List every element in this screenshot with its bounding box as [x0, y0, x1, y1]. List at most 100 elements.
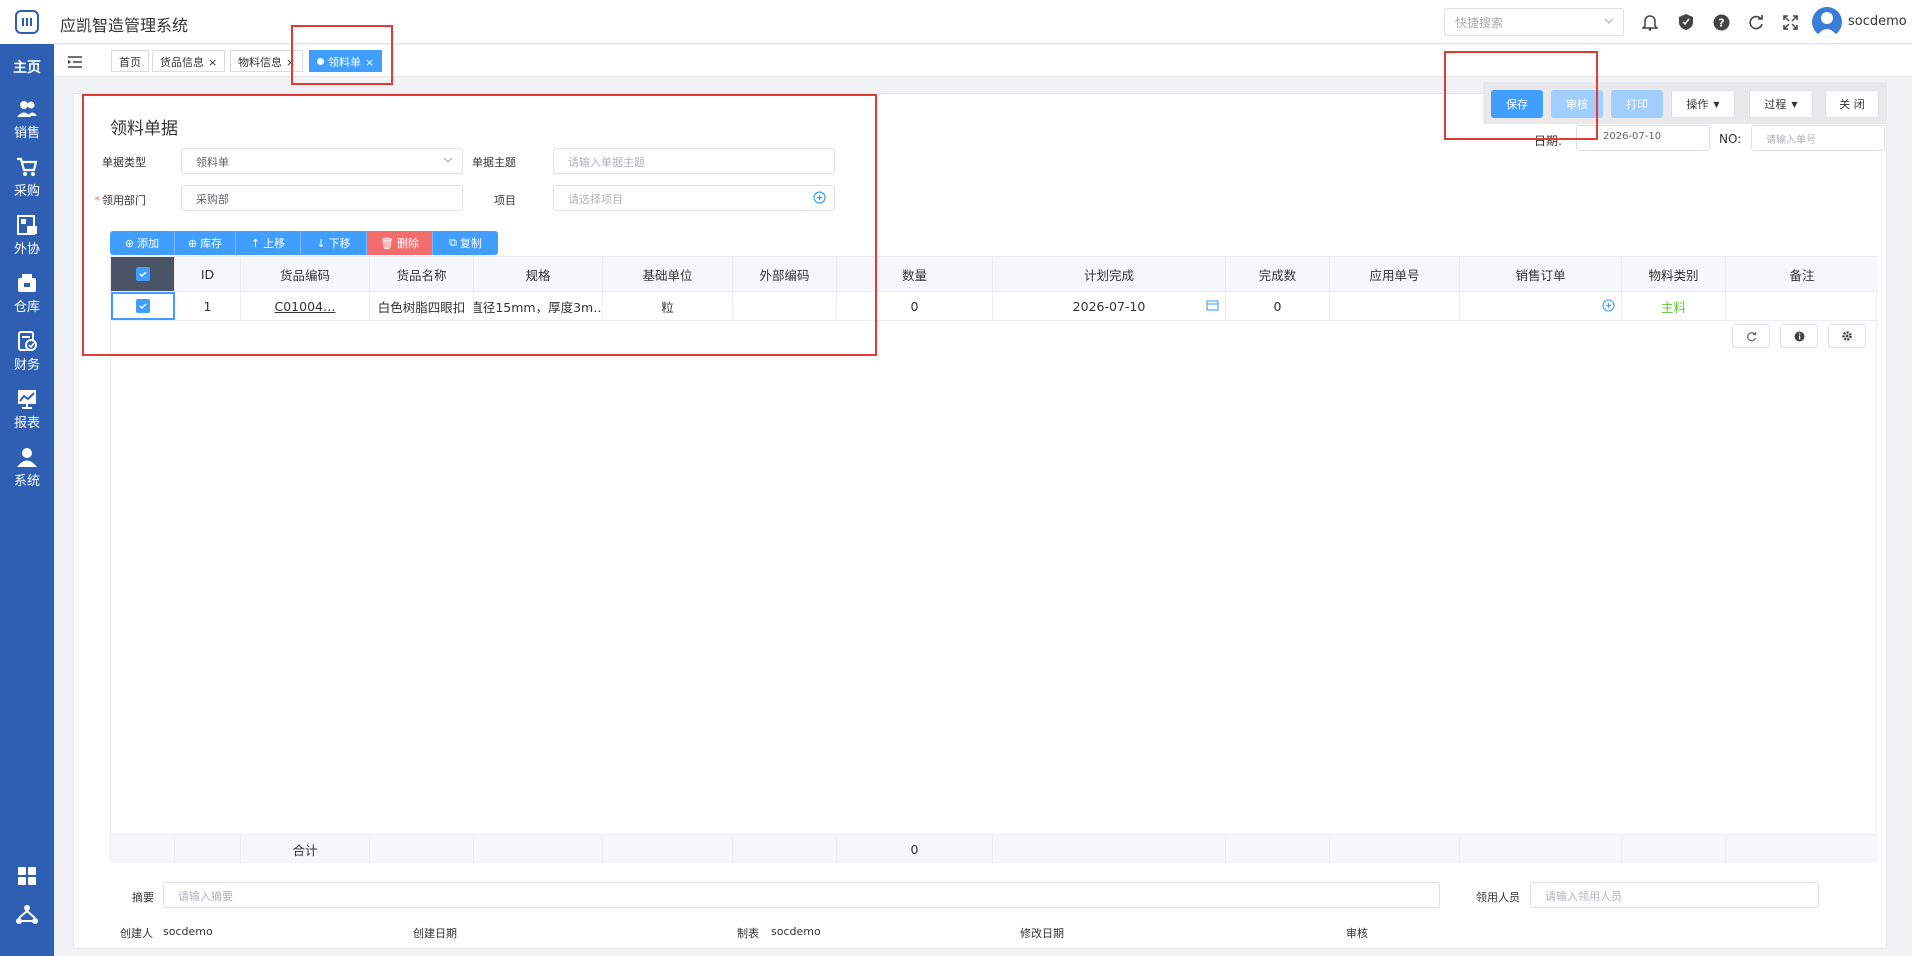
cell-app-no	[1330, 292, 1460, 320]
highlight-box-form	[82, 94, 877, 356]
network-icon[interactable]	[0, 904, 54, 926]
footer-cell	[370, 835, 474, 863]
quick-search-select[interactable]: 快捷搜索	[1444, 8, 1624, 36]
creator-label: 创建人	[120, 927, 153, 940]
tab-label: 首页	[119, 56, 141, 69]
create-date-label: 创建日期	[413, 927, 457, 940]
cell-done: 0	[1226, 292, 1330, 320]
warehouse-icon	[16, 272, 38, 294]
outsource-icon	[16, 214, 38, 236]
auditor-label: 审核	[1346, 927, 1368, 940]
picker-input[interactable]: 请输入领用人员	[1530, 882, 1819, 908]
app-logo[interactable]	[0, 0, 54, 44]
plan-date-value: 2026-07-10	[1072, 298, 1146, 314]
footer-cell	[733, 835, 837, 863]
sidebar-item-label: 财务	[13, 357, 40, 373]
help-icon[interactable]: ?	[1711, 12, 1731, 32]
sidebar: 主页 销售 采购 外协 仓库 财务 报表 系统	[0, 0, 54, 956]
cell-remark[interactable]	[1726, 292, 1878, 320]
tab-label: 物料信息	[238, 56, 282, 69]
sidebar-item-label: 报表	[13, 415, 40, 431]
cell-plan-date[interactable]: 2026-07-10	[993, 292, 1226, 320]
footer-cell	[603, 835, 733, 863]
sidebar-item-label: 主页	[13, 60, 41, 76]
date-value: 2026-07-10	[1603, 131, 1662, 142]
caret-down-icon: ▼	[1713, 99, 1720, 109]
footer-cell	[1226, 835, 1330, 863]
process-dropdown[interactable]: 过程 ▼	[1749, 90, 1813, 118]
tab-label: 货品信息	[160, 56, 204, 69]
close-button[interactable]: 关 闭	[1825, 90, 1879, 118]
footer-cell	[1330, 835, 1460, 863]
sidebar-item-purchase[interactable]: 采购	[0, 148, 54, 206]
calendar-icon[interactable]	[1206, 299, 1219, 314]
col-header[interactable]: 备注	[1726, 257, 1878, 291]
maker-label: 制表	[737, 927, 759, 940]
fullscreen-icon[interactable]	[1780, 12, 1800, 32]
footer-cell	[474, 835, 603, 863]
sidebar-item-outsource[interactable]: 外协	[0, 206, 54, 264]
quick-search-placeholder: 快捷搜索	[1455, 16, 1504, 30]
footer-cell	[993, 835, 1226, 863]
svg-text:?: ?	[1718, 16, 1724, 29]
footer-cell	[111, 835, 175, 863]
sidebar-item-label: 外协	[13, 241, 40, 257]
users-icon	[16, 98, 38, 120]
sidebar-item-system[interactable]: 系统	[0, 438, 54, 496]
bell-icon[interactable]	[1640, 12, 1660, 32]
avatar[interactable]	[1812, 7, 1842, 37]
footer-cell	[1460, 835, 1622, 863]
cart-icon	[16, 156, 38, 178]
footer-cell	[175, 835, 241, 863]
app-title: 应凯智造管理系统	[60, 16, 189, 35]
sidebar-item-finance[interactable]: 财务	[0, 322, 54, 380]
col-header[interactable]: 物料类别	[1622, 257, 1726, 291]
footer-cell	[1622, 835, 1726, 863]
cell-category: 主料	[1622, 292, 1726, 320]
operate-dropdown[interactable]: 操作 ▼	[1671, 90, 1735, 118]
highlight-box-actions	[1444, 51, 1598, 140]
process-label: 过程	[1764, 98, 1787, 111]
footer-cell	[1726, 835, 1878, 863]
apps-icon[interactable]	[0, 866, 54, 886]
maker-value: socdemo	[771, 925, 821, 938]
shield-icon[interactable]	[1676, 12, 1696, 32]
plus-circle-icon[interactable]	[1602, 299, 1615, 315]
no-input[interactable]: 请输入单号	[1751, 125, 1885, 151]
user-icon	[16, 446, 38, 468]
footer-total-label: 合计	[241, 835, 370, 863]
sidebar-item-label: 系统	[13, 473, 40, 489]
report-icon	[16, 388, 38, 410]
finance-icon	[16, 330, 38, 352]
creator-value: socdemo	[163, 925, 213, 938]
sidebar-item-label: 销售	[13, 125, 40, 141]
sidebar-item-label: 采购	[13, 183, 40, 199]
col-header[interactable]: 销售订单	[1460, 257, 1622, 291]
no-label: NO:	[1719, 132, 1742, 146]
chevron-down-icon	[1603, 15, 1615, 30]
tab-goods-info[interactable]: 货品信息 ×	[152, 50, 226, 72]
sidebar-item-warehouse[interactable]: 仓库	[0, 264, 54, 322]
operate-label: 操作	[1686, 98, 1709, 111]
menu-collapse-icon[interactable]	[68, 53, 82, 72]
tab-home[interactable]: 首页	[111, 50, 149, 72]
sidebar-item-label: 仓库	[13, 299, 40, 315]
caret-down-icon: ▼	[1791, 99, 1798, 109]
print-button[interactable]: 打印	[1611, 90, 1663, 118]
sidebar-item-sales[interactable]: 销售	[0, 90, 54, 148]
modify-date-label: 修改日期	[1020, 927, 1064, 940]
username[interactable]: socdemo	[1848, 14, 1907, 29]
summary-input[interactable]: 请输入摘要	[163, 882, 1440, 908]
col-header[interactable]: 完成数	[1226, 257, 1330, 291]
col-header[interactable]: 计划完成	[993, 257, 1226, 291]
summary-label: 摘要	[132, 891, 154, 904]
table-footer: 合计 0	[111, 834, 1878, 863]
sidebar-item-home[interactable]: 主页	[0, 44, 54, 90]
close-icon[interactable]: ×	[208, 56, 217, 69]
sidebar-item-report[interactable]: 报表	[0, 380, 54, 438]
col-header[interactable]: 应用单号	[1330, 257, 1460, 291]
refresh-icon[interactable]	[1746, 12, 1766, 32]
cell-sales-order[interactable]	[1460, 292, 1622, 320]
highlight-box-tab	[291, 25, 393, 85]
picker-label: 领用人员	[1476, 891, 1520, 904]
